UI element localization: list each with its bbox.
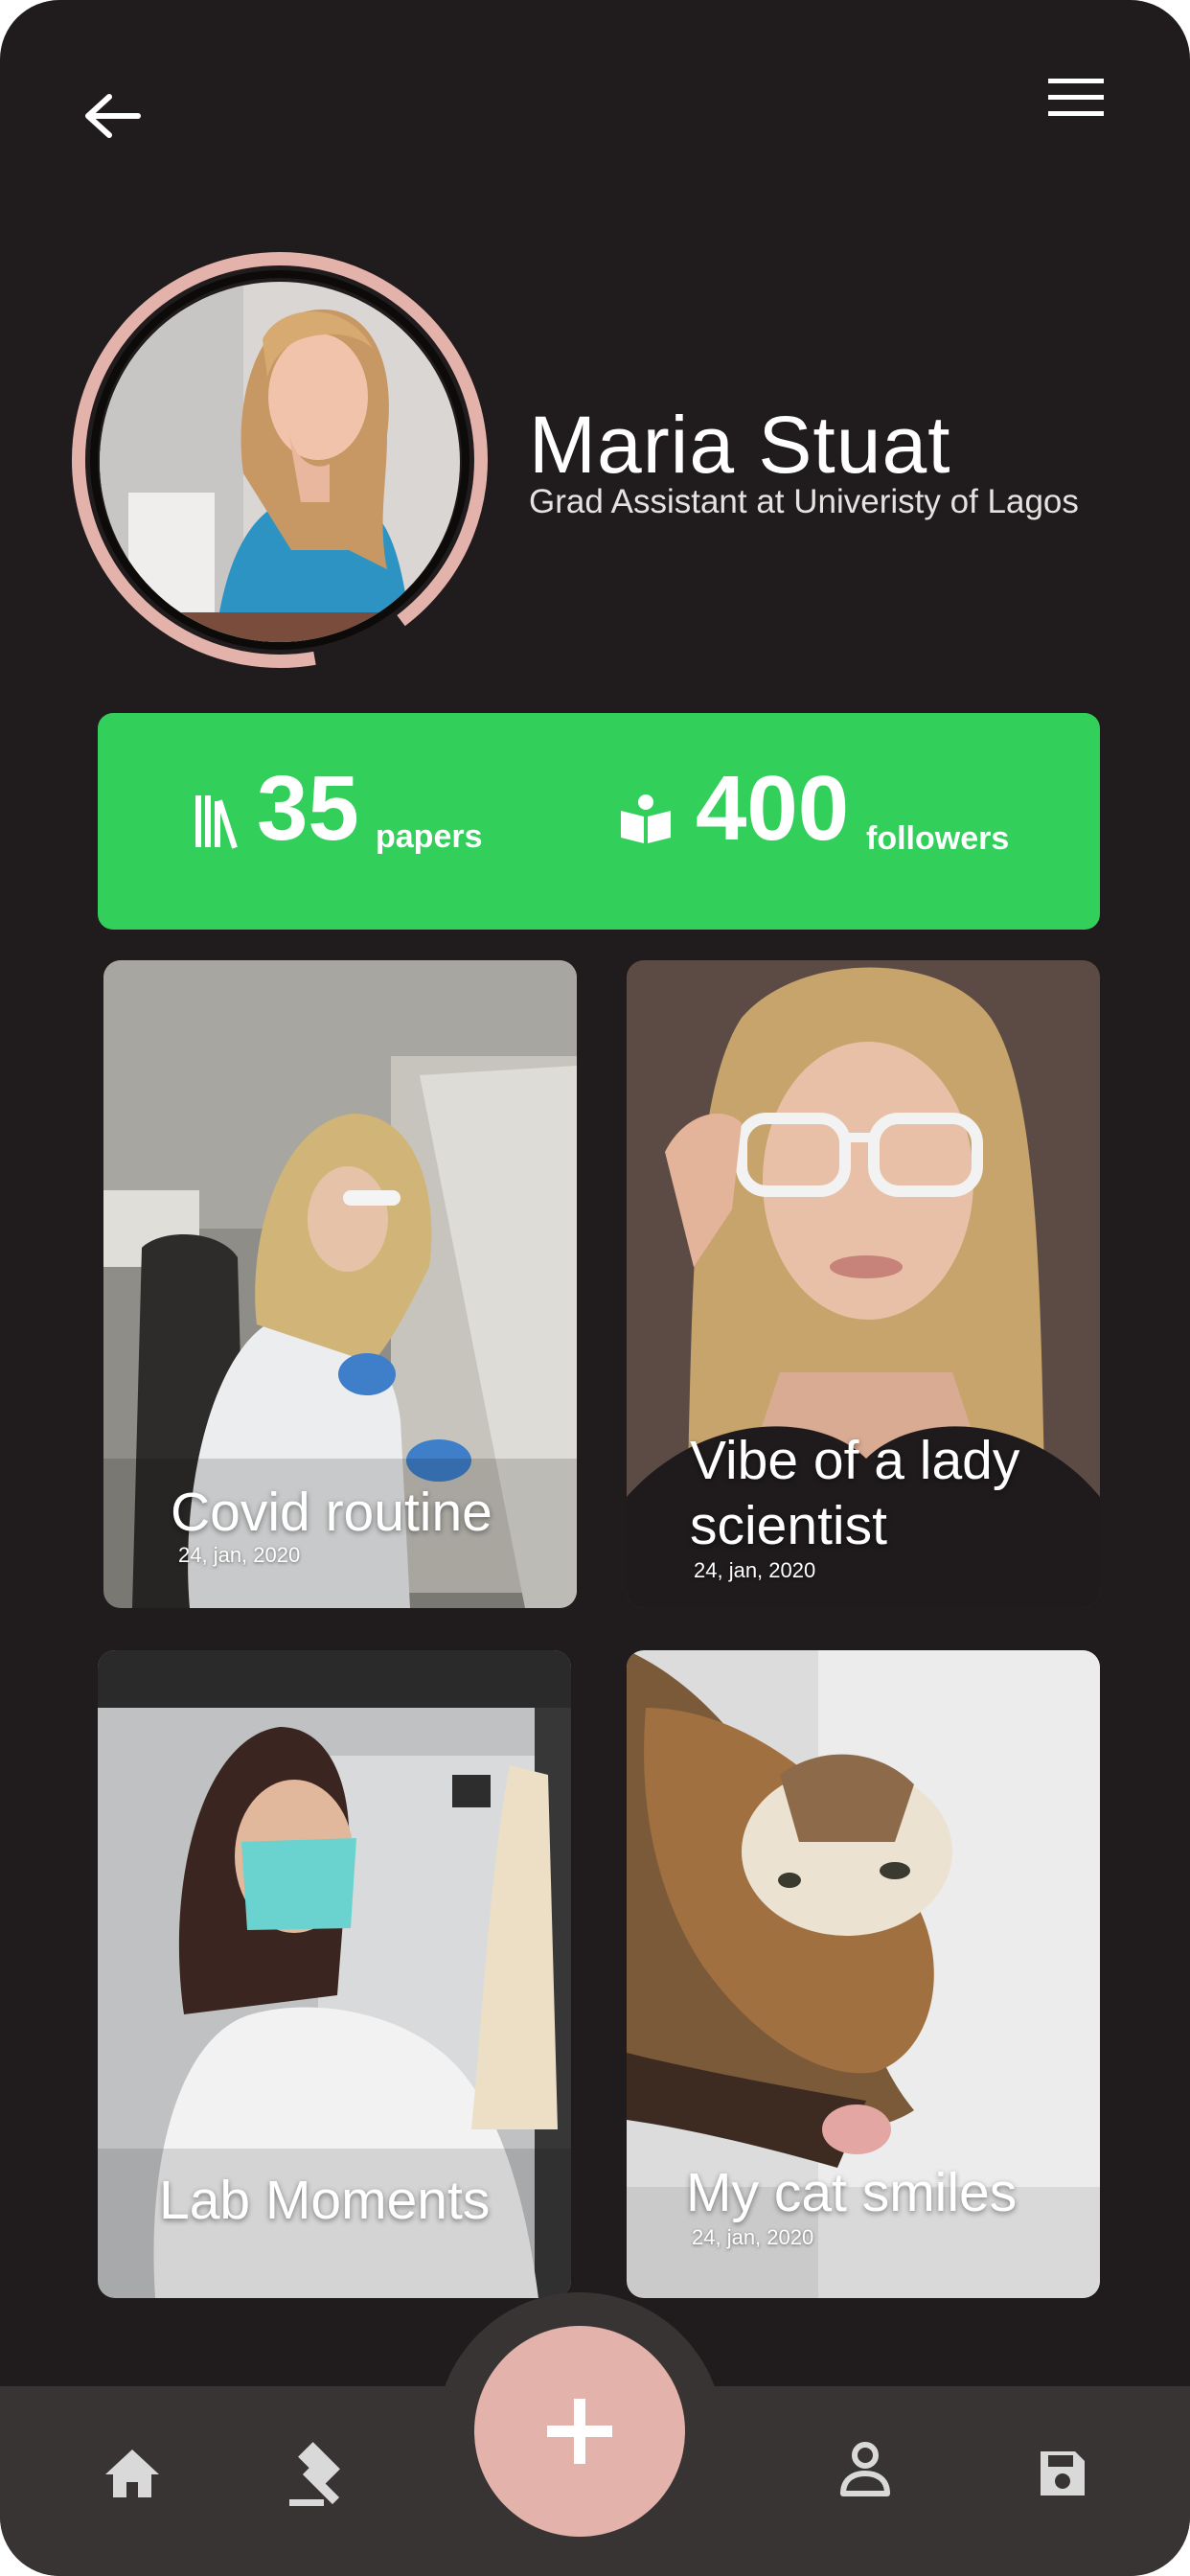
post-title: My cat smiles: [686, 2162, 1018, 2223]
add-icon: [547, 2399, 612, 2464]
phone-screen: Maria Stuat Grad Assistant at Univeristy…: [0, 0, 1190, 2576]
reader-icon: [621, 794, 671, 843]
stats-banner: 35 papers 400 followers: [98, 713, 1100, 930]
post-card[interactable]: Vibe of a lady scientist 24, jan, 2020: [627, 960, 1100, 1608]
post-card[interactable]: Covid routine 24, jan, 2020: [103, 960, 577, 1608]
save-icon[interactable]: [1037, 2448, 1088, 2499]
post-title: Covid routine: [171, 1482, 492, 1543]
post-title: Vibe of a lady scientist: [690, 1430, 1020, 1556]
hamburger-menu-icon[interactable]: [1048, 79, 1104, 117]
avatar[interactable]: [100, 282, 460, 642]
post-date: 24, jan, 2020: [178, 1543, 301, 1567]
books-icon: [195, 795, 238, 849]
followers-label: followers: [866, 820, 1010, 857]
followers-count: 400: [696, 757, 850, 860]
profile-name: Maria Stuat: [529, 400, 951, 490]
post-title: Lab Moments: [159, 2170, 491, 2231]
gavel-icon[interactable]: [287, 2440, 353, 2509]
add-button[interactable]: [474, 2326, 685, 2537]
home-icon[interactable]: [103, 2448, 161, 2499]
profile-role: Grad Assistant at Univeristy of Lagos: [529, 483, 1079, 520]
papers-label: papers: [376, 818, 483, 855]
post-date: 24, jan, 2020: [694, 1558, 816, 1582]
post-card[interactable]: Lab Moments: [98, 1650, 571, 2298]
arrow-left-icon[interactable]: [82, 92, 142, 140]
post-card[interactable]: My cat smiles 24, jan, 2020: [627, 1650, 1100, 2298]
post-date: 24, jan, 2020: [692, 2225, 814, 2249]
papers-count: 35: [257, 757, 359, 860]
person-icon[interactable]: [839, 2442, 891, 2497]
